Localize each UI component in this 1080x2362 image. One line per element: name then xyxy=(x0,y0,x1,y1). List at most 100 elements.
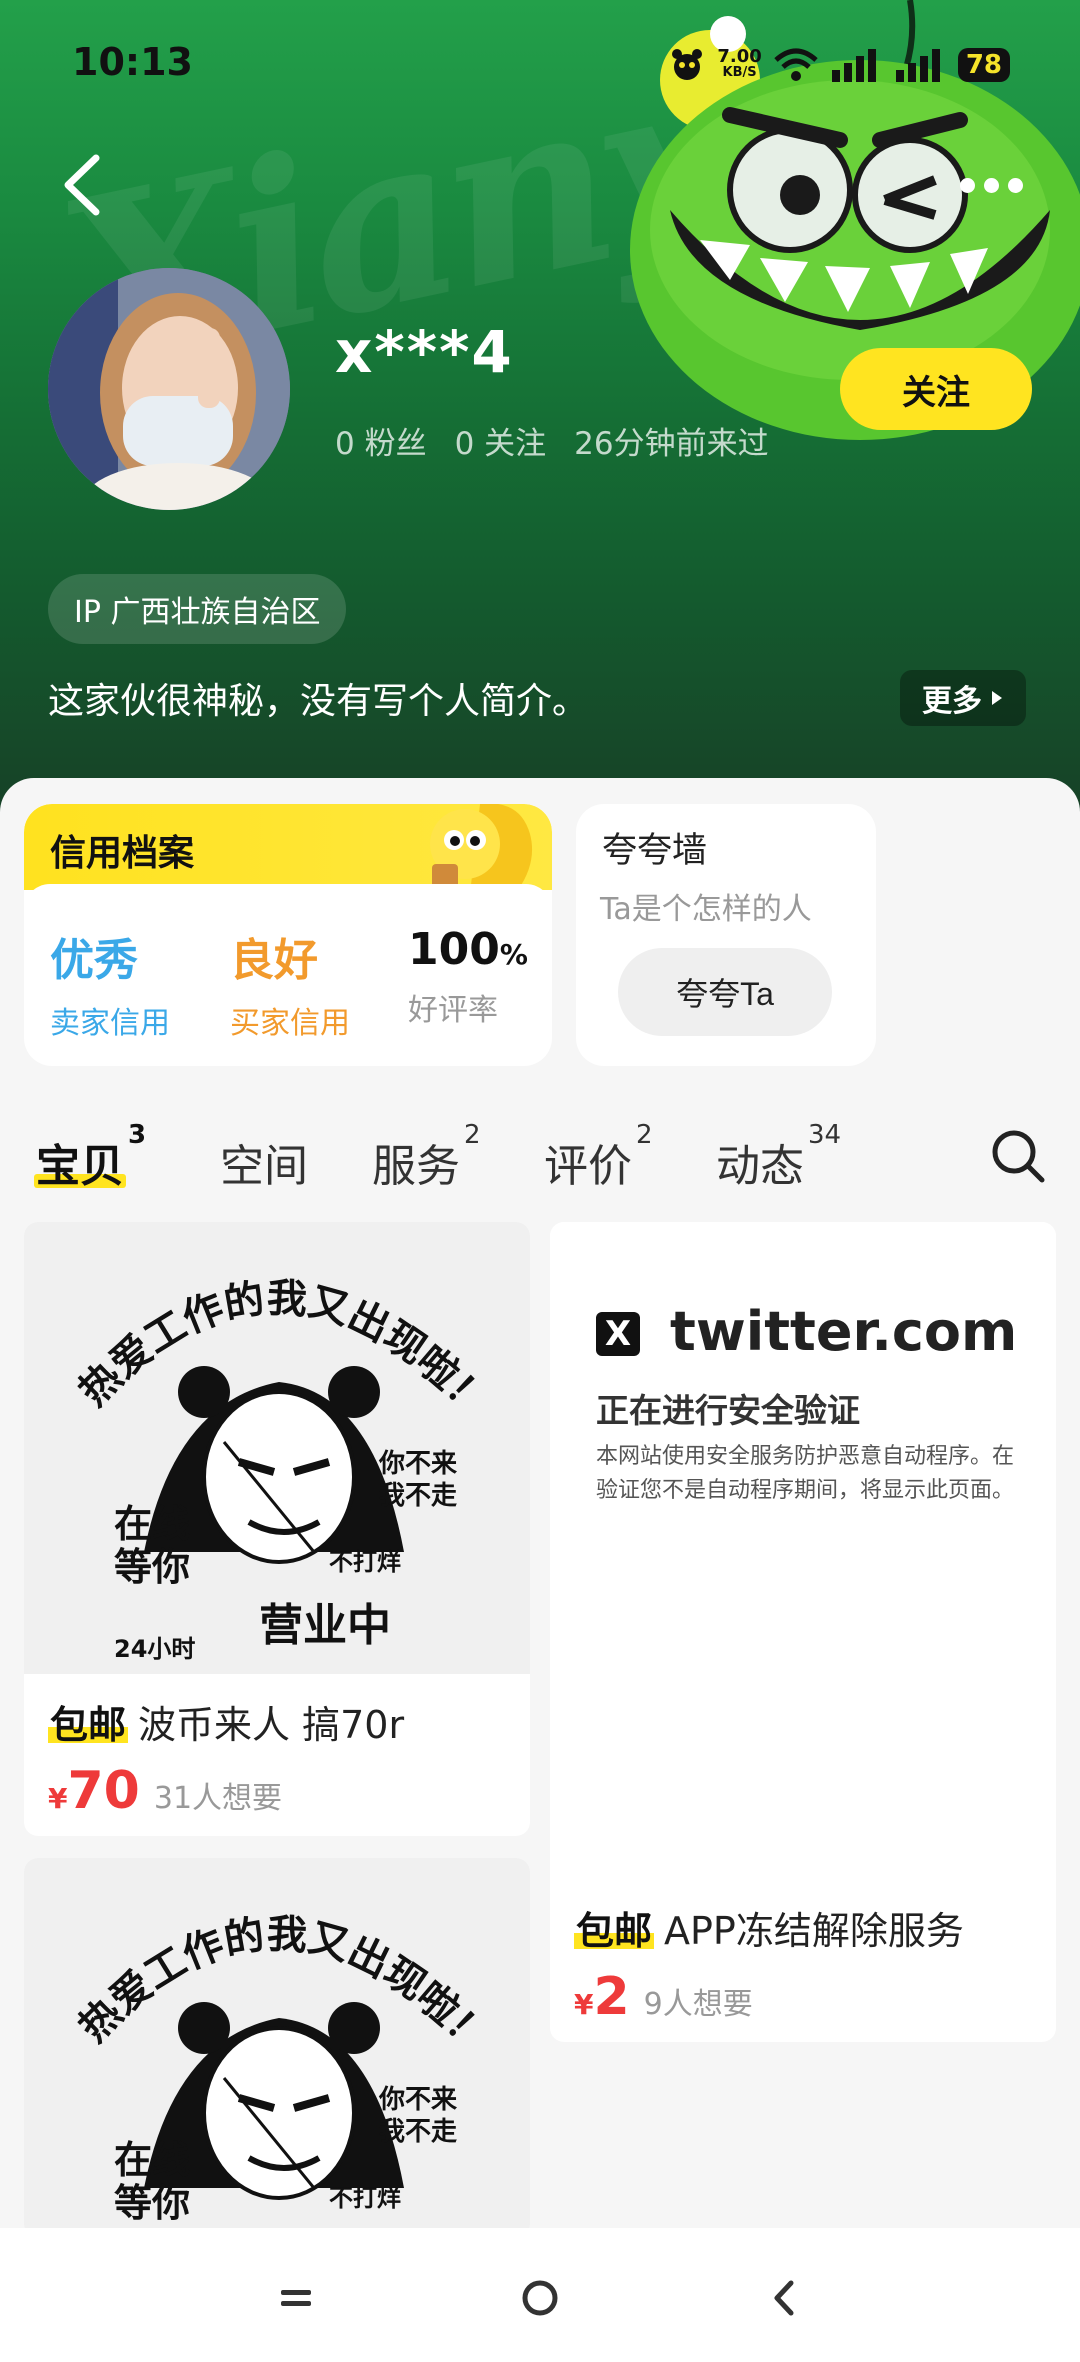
chevron-left-icon xyxy=(774,2280,794,2316)
profile-header: Xianyu 10:13 7.00 KB/S 78 x***4 0 粉丝 0 关… xyxy=(0,0,1080,830)
tab-label: 评价 xyxy=(544,1141,632,1192)
product-card[interactable]: 热爱工作的我又出现啦！ 在线 等你 你不来 我不走 不打烊 xyxy=(24,1858,530,2238)
preview-heading: 正在进行安全验证 xyxy=(596,1391,860,1430)
more-bio-button[interactable]: 更多 xyxy=(900,670,1026,726)
system-back-button[interactable] xyxy=(754,2268,814,2328)
product-price: 70 xyxy=(67,1761,140,1821)
credit-card-header: 信用档案 xyxy=(24,804,552,894)
tab-items[interactable]: 宝贝3 xyxy=(36,1120,146,1194)
meme-text: 我不走 xyxy=(379,2117,457,2147)
product-price-row: ¥70 31人想要 xyxy=(48,1761,404,1821)
follow-button[interactable]: 关注 xyxy=(840,348,1032,430)
meme-text: 不打烊 xyxy=(329,1548,401,1576)
product-card[interactable]: 热爱工作的我又出现啦！ 在线 等你 你不来 我不走 不打烊 24小时 营业中 包… xyxy=(24,1222,530,1836)
last-seen: 26分钟前来过 xyxy=(574,426,769,462)
search-icon[interactable] xyxy=(990,1128,1046,1184)
credit-card-body: 优秀 卖家信用 良好 买家信用 100% 好评率 xyxy=(24,884,552,1060)
seller-credit: 优秀 卖家信用 xyxy=(50,924,170,1042)
product-title-text: APP冻结解除服务 xyxy=(664,1909,964,1953)
more-options-button[interactable] xyxy=(960,170,1030,200)
meme-text: 等你 xyxy=(114,1545,190,1589)
status-time: 10:13 xyxy=(72,40,193,84)
preview-description: 本网站使用安全服务防护恶意自动程序。在验证您不是自动程序期间，将显示此页面。 xyxy=(596,1444,1015,1503)
profile-stats: 0 粉丝 0 关注 26分钟前来过 xyxy=(335,418,769,463)
circle-icon xyxy=(522,2280,558,2316)
tab-label: 宝贝 xyxy=(36,1141,124,1192)
tab-label: 服务 xyxy=(372,1141,460,1192)
bio-text: 这家伙很神秘，没有写个人简介。 xyxy=(48,681,589,722)
net-speed-value: 7.00 xyxy=(717,46,762,67)
free-shipping-tag: 包邮 xyxy=(50,1703,127,1747)
currency-symbol: ¥ xyxy=(574,1988,594,2021)
seller-credit-value: 优秀 xyxy=(50,935,138,986)
product-image: X twitter.com 正在进行安全验证 本网站使用安全服务防护恶意自动程序… xyxy=(550,1222,1056,1862)
wifi-icon xyxy=(774,48,818,81)
tab-space[interactable]: 空间 xyxy=(220,1130,308,1194)
dot-icon xyxy=(1008,177,1023,193)
meme-text: 不打烊 xyxy=(329,2184,401,2212)
praise-wall-subtitle: Ta是个怎样的人 xyxy=(600,892,812,927)
avatar-photo xyxy=(48,268,290,510)
tab-reviews[interactable]: 评价2 xyxy=(544,1120,653,1194)
alarm-icon xyxy=(672,49,703,80)
menu-icon xyxy=(281,2290,311,2306)
product-image: 热爱工作的我又出现啦！ 在线 等你 你不来 我不走 不打烊 xyxy=(24,1858,530,2238)
praise-button[interactable]: 夸夸Ta xyxy=(618,948,832,1036)
product-title: 包邮 APP冻结解除服务 xyxy=(574,1900,964,1955)
status-icons: 7.00 KB/S 78 xyxy=(669,42,1010,88)
profile-tabs: 宝贝3 空间 服务2 评价2 动态34 xyxy=(0,1120,1080,1200)
following-count[interactable]: 0 关注 xyxy=(455,418,547,463)
tab-count: 3 xyxy=(128,1120,147,1151)
buyer-credit: 良好 买家信用 xyxy=(230,924,350,1042)
product-title-text: 波币来人 搞70r xyxy=(138,1703,405,1747)
product-card[interactable]: X twitter.com 正在进行安全验证 本网站使用安全服务防护恶意自动程序… xyxy=(550,1222,1056,2042)
product-title: 包邮 波币来人 搞70r xyxy=(48,1694,404,1749)
avatar[interactable] xyxy=(48,268,290,510)
x-logo-icon: X xyxy=(596,1312,640,1356)
product-info: 包邮 波币来人 搞70r ¥70 31人想要 xyxy=(48,1694,404,1821)
product-price: 2 xyxy=(593,1967,630,2027)
meme-text: 你不来 xyxy=(378,2085,458,2115)
system-navigation-bar xyxy=(0,2228,1080,2362)
wants-count: 31人想要 xyxy=(153,1781,283,1816)
credit-title: 信用档案 xyxy=(50,833,195,874)
net-speed-unit: KB/S xyxy=(722,65,757,80)
product-info: 包邮 APP冻结解除服务 ¥2 9人想要 xyxy=(574,1900,964,2027)
recent-apps-button[interactable] xyxy=(266,2268,326,2328)
positive-rating: 100% 好评率 xyxy=(408,924,528,1029)
panda-meme-image: 热爱工作的我又出现啦！ 在线 等你 你不来 我不走 不打烊 24小时 营业中 xyxy=(71,1275,498,1663)
praise-wall-card[interactable]: 夸夸墙 Ta是个怎样的人 夸夸Ta xyxy=(576,804,876,1066)
positive-rating-value: 100 xyxy=(408,924,500,975)
free-shipping-tag: 包邮 xyxy=(576,1909,653,1953)
back-arrow-icon[interactable] xyxy=(56,150,106,220)
more-bio-label: 更多 xyxy=(922,684,982,719)
tab-moments[interactable]: 动态34 xyxy=(716,1120,841,1194)
praise-wall-title: 夸夸墙 xyxy=(602,831,708,871)
meme-text: 你不来 xyxy=(378,1449,458,1479)
meme-text: 24小时 xyxy=(114,1635,195,1663)
meme-text: 在线 xyxy=(114,1502,190,1546)
credit-profile-card[interactable]: 信用档案 优秀 卖家信用 良好 买家信用 100% 好评率 xyxy=(24,804,552,1066)
fans-count[interactable]: 0 粉丝 xyxy=(335,418,427,463)
buyer-credit-label: 买家信用 xyxy=(230,1006,350,1041)
ip-location-chip: IP 广西壮族自治区 xyxy=(48,574,347,644)
tab-services[interactable]: 服务2 xyxy=(372,1120,481,1194)
tab-label: 空间 xyxy=(220,1141,308,1192)
tab-label: 动态 xyxy=(716,1141,804,1192)
positive-rating-unit: % xyxy=(499,938,528,971)
meme-text: 我不走 xyxy=(379,1481,457,1511)
home-button[interactable] xyxy=(510,2268,570,2328)
tab-count: 34 xyxy=(808,1120,842,1151)
signal-icon-1 xyxy=(831,49,876,82)
dot-icon xyxy=(960,177,975,193)
preview-domain: twitter.com xyxy=(670,1300,1018,1363)
currency-symbol: ¥ xyxy=(48,1782,68,1815)
dot-icon xyxy=(984,177,999,193)
panda-meme-image: 热爱工作的我又出现啦！ 在线 等你 你不来 我不走 不打烊 xyxy=(71,1911,498,2225)
battery-indicator: 78 xyxy=(957,48,1010,82)
wants-count: 9人想要 xyxy=(643,1987,753,2022)
username: x***4 xyxy=(335,318,514,386)
product-image: 热爱工作的我又出现啦！ 在线 等你 你不来 我不走 不打烊 24小时 营业中 xyxy=(24,1222,530,1674)
caret-right-icon xyxy=(992,691,1002,705)
meme-text: 在线 xyxy=(114,2138,190,2182)
